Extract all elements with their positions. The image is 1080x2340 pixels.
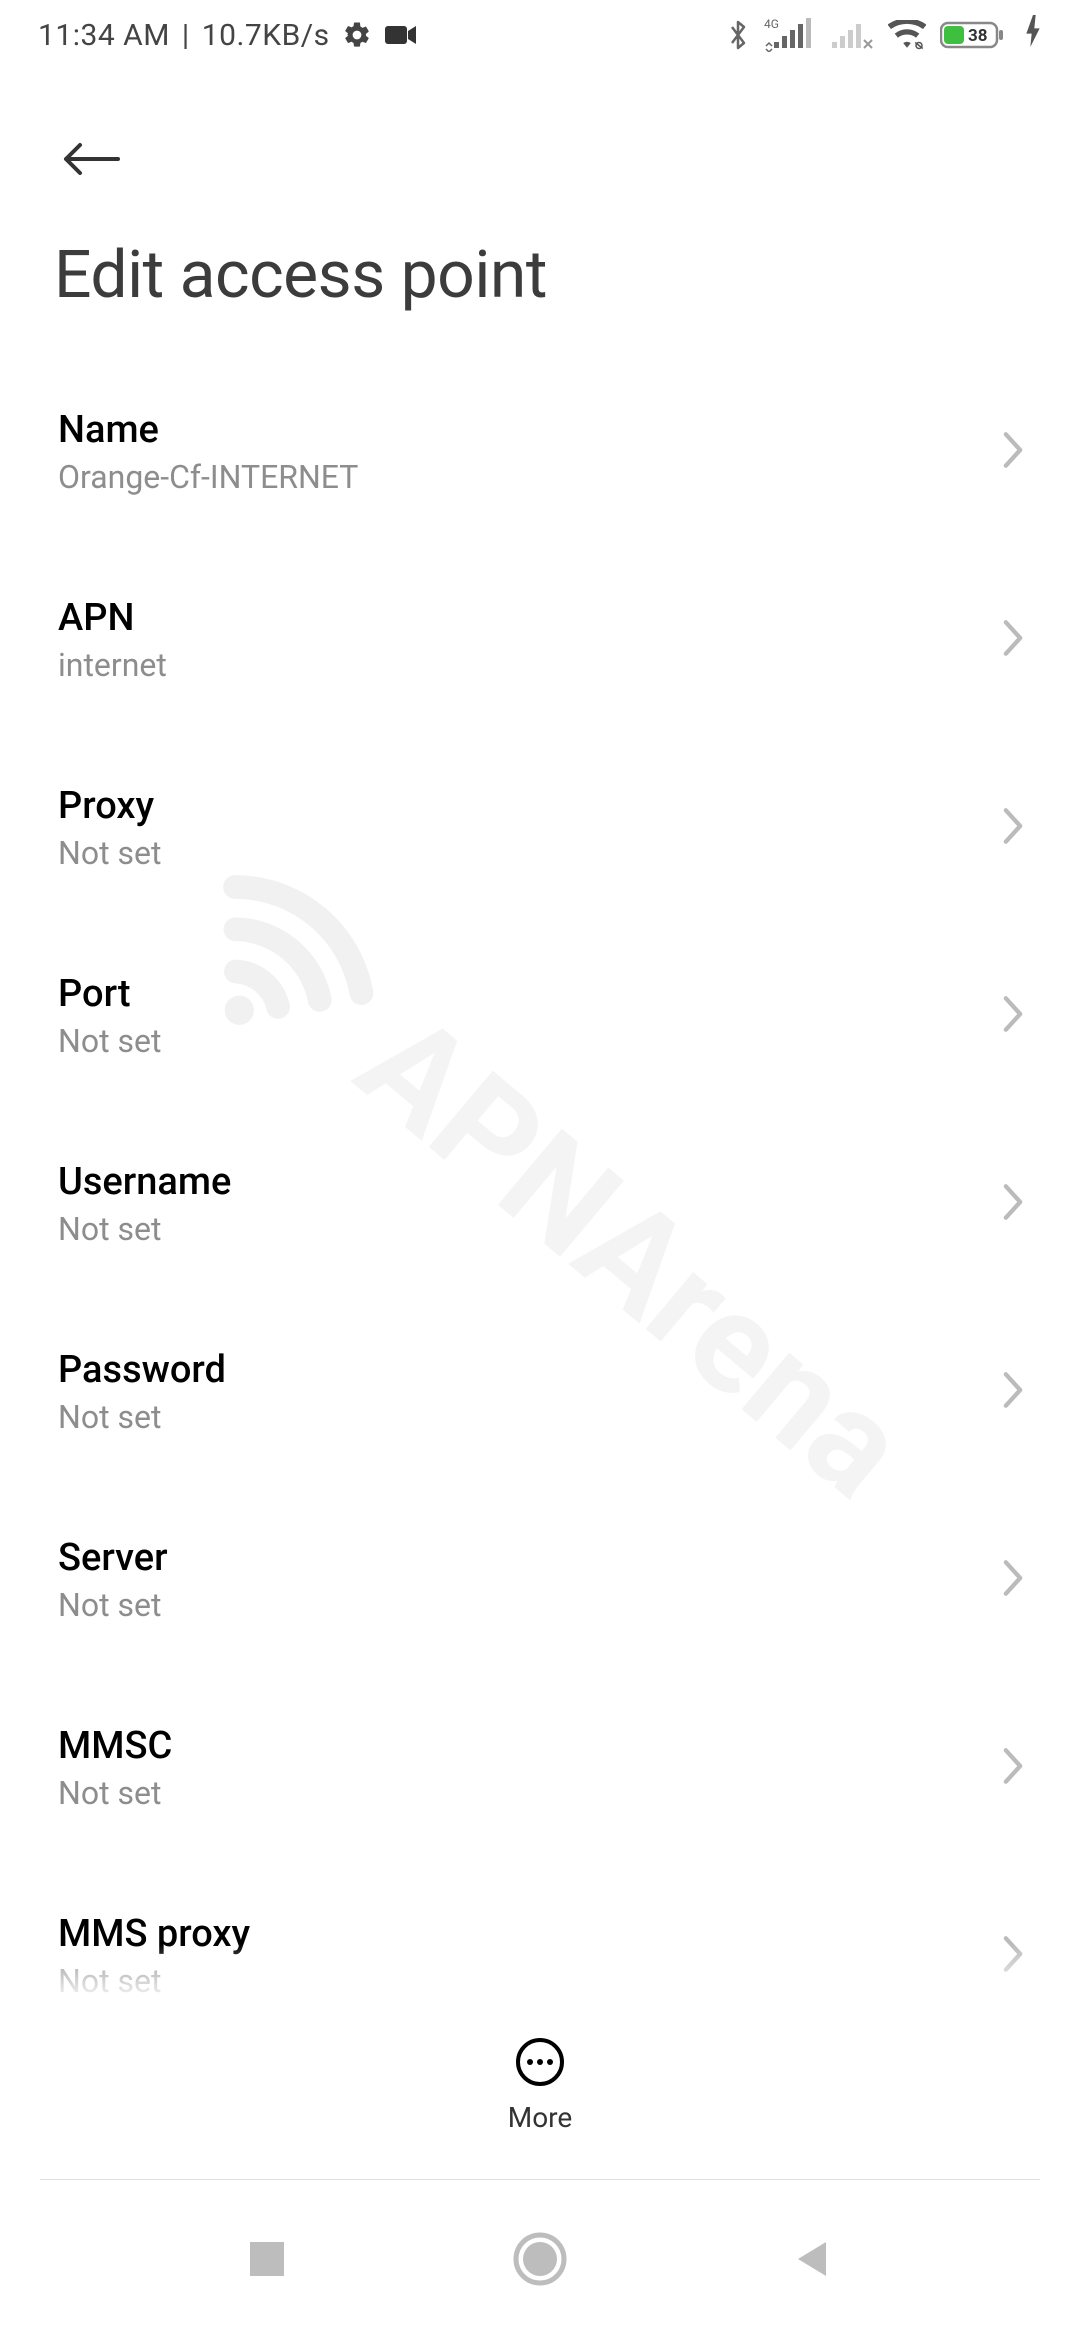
row-mmsc[interactable]: MMSC Not set [4,1696,1076,1840]
arrow-left-icon [60,139,124,183]
battery-icon: 38 [940,19,1010,51]
more-label: More [508,2101,573,2134]
gear-icon [342,20,372,50]
row-apn[interactable]: APN internet [4,568,1076,712]
nav-back-button[interactable] [778,2226,848,2296]
bottom-divider [40,2179,1040,2180]
charging-icon [1024,15,1042,55]
chevron-right-icon [1000,1746,1026,1790]
row-value: Not set [58,1210,231,1248]
row-value: Not set [58,1962,250,2000]
row-value: Not set [58,834,161,872]
bluetooth-icon [726,18,750,52]
nav-home-button[interactable] [505,2226,575,2296]
chevron-right-icon [1000,806,1026,850]
row-port[interactable]: Port Not set [4,944,1076,1088]
more-button[interactable]: More [508,2037,573,2134]
signal-nosim-icon [828,18,874,52]
chevron-right-icon [1000,1934,1026,1978]
back-button[interactable] [56,125,128,197]
system-nav-bar [0,2182,1080,2340]
row-password[interactable]: Password Not set [4,1320,1076,1464]
row-label: APN [58,596,167,640]
row-value: Not set [58,1774,172,1812]
row-value: Not set [58,1398,226,1436]
row-label: Server [58,1536,168,1580]
settings-list: Name Orange-Cf-INTERNET APN internet Pro… [0,380,1080,2028]
row-label: Proxy [58,784,161,828]
nav-recents-button[interactable] [232,2226,302,2296]
row-value: Not set [58,1586,168,1624]
row-proxy[interactable]: Proxy Not set [4,756,1076,900]
bottom-action-bar: More [0,2000,1080,2170]
row-label: MMS proxy [58,1912,250,1956]
row-value: Orange-Cf-INTERNET [58,458,358,496]
chevron-right-icon [1000,994,1026,1038]
signal-4g-icon: 4G [764,18,814,52]
row-label: Port [58,972,161,1016]
row-label: Password [58,1348,226,1392]
row-value: internet [58,646,167,684]
more-icon [515,2037,565,2091]
circle-icon [513,2232,567,2290]
chevron-right-icon [1000,618,1026,662]
network-type-label: 4G [764,18,779,31]
chevron-right-icon [1000,1558,1026,1602]
camera-icon [384,23,418,47]
chevron-right-icon [1000,430,1026,474]
page-title: Edit access point [0,197,1080,380]
row-server[interactable]: Server Not set [4,1508,1076,1652]
status-time: 11:34 AM [38,18,170,53]
triangle-left-icon [792,2238,834,2284]
status-bar: 11:34 AM | 10.7KB/s 4G [0,0,1080,70]
row-value: Not set [58,1022,161,1060]
row-label: Username [58,1160,231,1204]
row-name[interactable]: Name Orange-Cf-INTERNET [4,380,1076,524]
row-label: Name [58,408,358,452]
status-netspeed: 10.7KB/s [202,18,330,53]
row-label: MMSC [58,1724,172,1768]
wifi-icon [888,20,926,50]
square-icon [246,2238,288,2284]
chevron-right-icon [1000,1182,1026,1226]
chevron-right-icon [1000,1370,1026,1414]
row-username[interactable]: Username Not set [4,1132,1076,1276]
status-sep: | [182,18,190,53]
battery-pct: 38 [968,26,988,46]
